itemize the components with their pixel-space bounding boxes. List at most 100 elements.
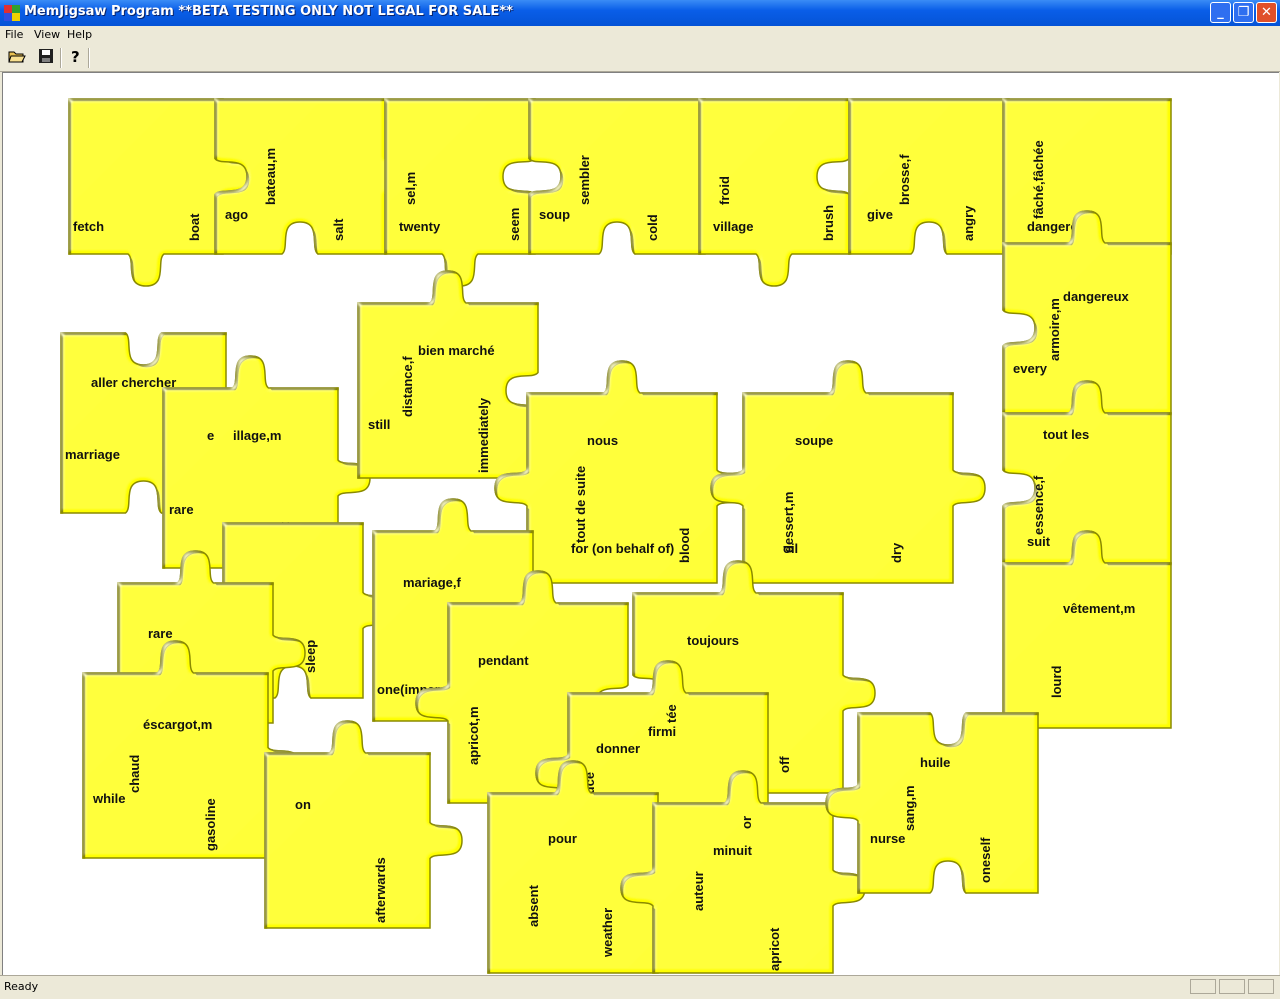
piece-label: seem bbox=[507, 208, 522, 241]
piece-label: fetch bbox=[73, 219, 104, 234]
piece-label: suit bbox=[1027, 534, 1051, 549]
piece-label: soup bbox=[539, 207, 570, 222]
piece-label: absent bbox=[526, 884, 541, 927]
title-bar[interactable]: MemJigsaw Program **BETA TESTING ONLY NO… bbox=[0, 0, 1280, 26]
piece-label: minuit bbox=[713, 843, 753, 858]
menu-help[interactable]: Help bbox=[67, 28, 92, 41]
jigsaw-piece[interactable]: huilesang,mnurse oneself bbox=[825, 712, 1039, 894]
piece-label: sembler bbox=[577, 155, 592, 205]
piece-label: mariage,f bbox=[403, 575, 461, 590]
toolbar-separator bbox=[88, 48, 90, 68]
piece-label: tout de suite bbox=[573, 466, 588, 543]
status-panel bbox=[1190, 979, 1216, 994]
piece-label: ago bbox=[225, 207, 248, 222]
jigsaw-piece[interactable]: soupedessert,moil dry bbox=[710, 360, 986, 584]
help-button[interactable]: ? bbox=[64, 48, 86, 68]
piece-label: tée bbox=[664, 704, 679, 723]
question-mark-icon: ? bbox=[71, 48, 80, 66]
status-text: Ready bbox=[4, 980, 39, 993]
piece-label: angry bbox=[961, 205, 976, 241]
piece-label: dangereux bbox=[1063, 289, 1130, 304]
jigsaw-piece[interactable]: sel,m twenty seem bbox=[384, 98, 536, 287]
piece-label: or bbox=[739, 816, 754, 829]
piece-label: bien marché bbox=[418, 343, 495, 358]
status-bar: Ready bbox=[0, 975, 1280, 999]
piece-shape bbox=[357, 270, 539, 479]
piece-label: oil bbox=[783, 541, 798, 556]
open-button[interactable] bbox=[6, 48, 28, 68]
piece-label: soupe bbox=[795, 433, 833, 448]
piece-shape bbox=[264, 720, 463, 929]
piece-label: sel,m bbox=[403, 172, 418, 205]
piece-label: oneself bbox=[978, 837, 993, 883]
jigsaw-piece[interactable]: on afterwards bbox=[264, 720, 463, 929]
toolbar-separator bbox=[60, 48, 62, 68]
menu-file[interactable]: File bbox=[5, 28, 23, 41]
piece-shape bbox=[825, 712, 1039, 894]
piece-label: illage,m bbox=[233, 428, 281, 443]
piece-label: brosse,f bbox=[897, 154, 912, 205]
window-title: MemJigsaw Program **BETA TESTING ONLY NO… bbox=[24, 4, 513, 19]
piece-label: on bbox=[295, 797, 311, 812]
piece-label: afterwards bbox=[373, 857, 388, 923]
piece-label: tout les bbox=[1043, 427, 1089, 442]
toolbar: ? bbox=[0, 45, 1280, 72]
piece-label: firmi bbox=[648, 724, 676, 739]
piece-label: huile bbox=[920, 755, 950, 770]
piece-label: dry bbox=[889, 542, 904, 563]
piece-label: gasoline bbox=[203, 798, 218, 851]
piece-label: pendant bbox=[478, 653, 529, 668]
floppy-disk-icon bbox=[39, 49, 53, 63]
folder-open-icon bbox=[8, 51, 26, 63]
piece-label: boat bbox=[187, 213, 202, 241]
piece-label: auteur bbox=[691, 871, 706, 911]
piece-label: e bbox=[207, 428, 214, 443]
piece-label: rare bbox=[169, 502, 194, 517]
menu-view[interactable]: View bbox=[34, 28, 60, 41]
piece-label: toujours bbox=[687, 633, 739, 648]
piece-label: still bbox=[368, 417, 390, 432]
piece-label: apricot,m bbox=[466, 706, 481, 765]
puzzle-canvas: fetch boatbateau,magosaltsel,mtwenty seems… bbox=[60, 98, 1172, 974]
piece-label: lourd bbox=[1049, 665, 1064, 698]
jigsaw-piece[interactable]: bien marchédistance,f still immediately bbox=[357, 270, 539, 479]
piece-label: froid bbox=[717, 176, 732, 205]
jigsaw-piece[interactable]: froid village brush bbox=[698, 98, 850, 287]
status-panel bbox=[1219, 979, 1245, 994]
piece-label: for (on behalf of) bbox=[571, 541, 674, 556]
piece-label: essence,f bbox=[1031, 475, 1046, 535]
piece-label: éscargot,m bbox=[143, 717, 212, 732]
piece-label: give bbox=[867, 207, 893, 222]
maximize-button[interactable]: ❐ bbox=[1233, 2, 1254, 23]
save-button[interactable] bbox=[35, 48, 57, 68]
piece-label: brush bbox=[821, 205, 836, 241]
piece-label: village bbox=[713, 219, 753, 234]
piece-label: off bbox=[777, 756, 792, 773]
piece-label: sang,m bbox=[902, 785, 917, 831]
puzzle-board[interactable]: fetch boat bateau,m ago salt sel,m twenty seem s… bbox=[2, 72, 1279, 975]
piece-label: nurse bbox=[870, 831, 905, 846]
piece-label: distance,f bbox=[400, 356, 415, 417]
piece-label: apricot bbox=[767, 927, 782, 971]
app-icon bbox=[4, 5, 20, 21]
minimize-button[interactable]: _ bbox=[1210, 2, 1231, 23]
status-panel bbox=[1248, 979, 1274, 994]
piece-label: while bbox=[92, 791, 126, 806]
piece-label: weather bbox=[600, 908, 615, 958]
piece-label: twenty bbox=[399, 219, 441, 234]
piece-shape bbox=[710, 360, 986, 584]
piece-label: salt bbox=[331, 218, 346, 241]
piece-label: bateau,m bbox=[263, 148, 278, 205]
piece-label: rare bbox=[148, 626, 173, 641]
piece-label: cold bbox=[645, 214, 660, 241]
piece-label: nous bbox=[587, 433, 618, 448]
close-button[interactable]: ✕ bbox=[1256, 2, 1277, 23]
piece-label: pour bbox=[548, 831, 577, 846]
svg-text:?: ? bbox=[71, 48, 80, 64]
piece-label: armoire,m bbox=[1047, 298, 1062, 361]
piece-label: marriage bbox=[65, 447, 120, 462]
piece-label: chaud bbox=[127, 755, 142, 793]
piece-label: vêtement,m bbox=[1063, 601, 1135, 616]
menu-bar: File View Help bbox=[0, 26, 1280, 45]
piece-label: immediately bbox=[476, 397, 491, 473]
